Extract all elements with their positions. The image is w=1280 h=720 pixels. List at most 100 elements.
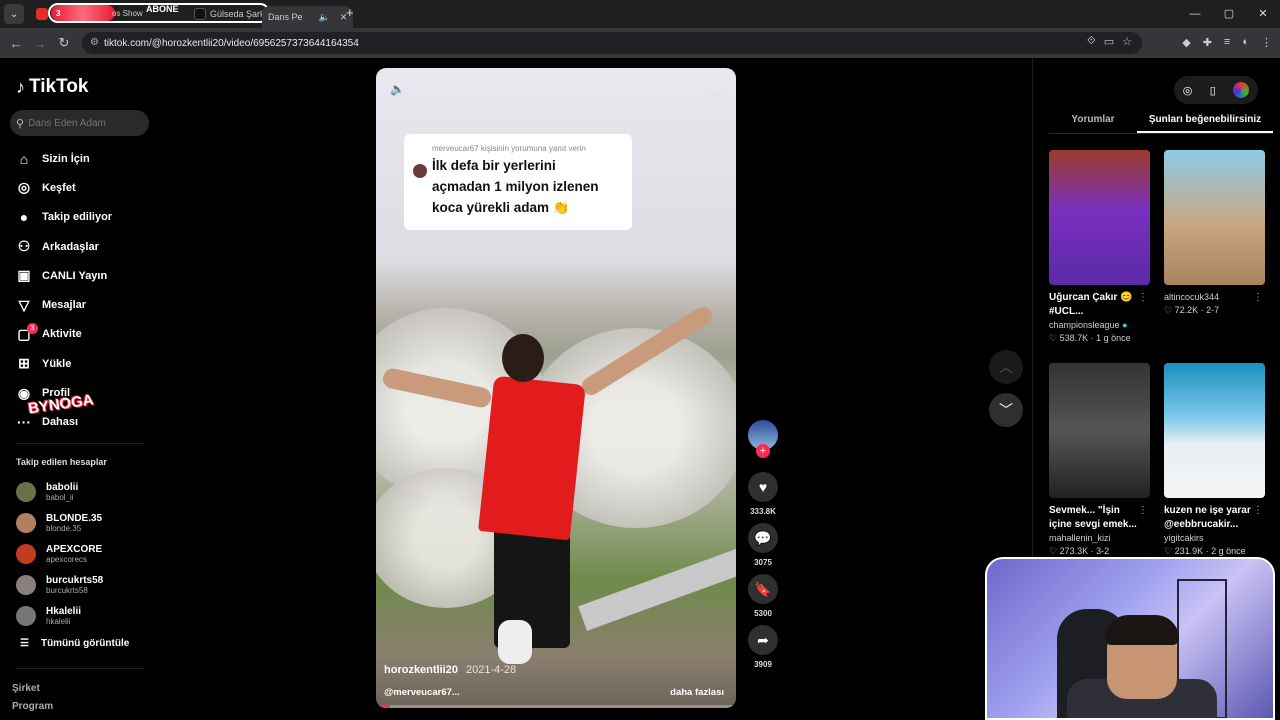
following-avatar-icon: ● [19, 209, 29, 226]
bookmark-star-icon[interactable]: ☆ [1122, 35, 1132, 48]
translate-icon[interactable]: ⟐ [1087, 35, 1096, 48]
next-video-button[interactable]: ﹀ [989, 393, 1023, 427]
video-author[interactable]: horozkentlii20 [384, 664, 458, 676]
card-more-icon[interactable]: ⋮ [1253, 292, 1263, 303]
following-account[interactable]: BLONDE.35 blonde.35 [16, 507, 103, 538]
card-age: 3-2 [1096, 546, 1110, 556]
card-stats: ♡ 72.2K · 2-7 [1164, 304, 1265, 317]
search-input[interactable] [28, 117, 139, 129]
following-account[interactable]: Hkalelii hkalelii [16, 600, 103, 631]
card-age: 2 g önce [1211, 546, 1246, 556]
streamer-hair [1105, 615, 1179, 645]
back-icon[interactable]: ← [4, 36, 28, 51]
account-text: burcukrts58 burcukrts58 [46, 575, 103, 595]
video-thumbnail[interactable] [1049, 150, 1150, 285]
card-more-icon[interactable]: ⋮ [1138, 292, 1148, 303]
avatar [16, 605, 36, 626]
following-account[interactable]: APEXCORE apexcorecs [16, 538, 103, 569]
heart-icon: ♡ [1164, 546, 1175, 556]
video-author-line: horozkentlii20 2021-4-28 [384, 664, 516, 676]
following-account[interactable]: burcukrts58 burcukrts58 [16, 569, 103, 600]
account-text: Hkalelii hkalelii [46, 606, 81, 626]
card-user[interactable]: altincocuk344 [1164, 291, 1265, 304]
browser-tab-tiktok-active[interactable]: Dans Pe 🔈 ✕ [262, 6, 354, 28]
more-options-icon[interactable]: ··· [709, 80, 722, 95]
card-user[interactable]: championsleague ● [1049, 319, 1150, 332]
share-button[interactable]: ➦ [748, 625, 778, 655]
cast-icon[interactable]: ▭ [1104, 35, 1114, 48]
new-tab-button[interactable]: + [346, 5, 354, 20]
following-account[interactable]: babolii babol_ii [16, 476, 103, 507]
url-field[interactable]: ⚙ tiktok.com/@horozkentlii20/video/69562… [82, 32, 1142, 54]
sidebar-item[interactable]: ▽ Mesajlar [14, 290, 112, 319]
account-handle: babol_ii [46, 492, 74, 502]
suggested-video-card[interactable]: ⋮ Sevmek... "İşin içine sevgi emek... maha… [1049, 363, 1150, 558]
avatar [16, 543, 36, 564]
menu-icon[interactable]: ⋮ [1261, 36, 1272, 49]
comment-button[interactable]: 💬 [748, 523, 778, 553]
road-curb [578, 531, 736, 631]
card-more-icon[interactable]: ⋮ [1138, 505, 1148, 516]
follow-plus-icon[interactable]: + [756, 444, 770, 458]
user-avatar[interactable] [1233, 82, 1250, 98]
video-player[interactable]: 🔈 ··· merveucar67 kişisinin yorumuna yan… [376, 68, 736, 708]
media-icon[interactable]: ≡ [1224, 36, 1230, 49]
sidebar-item[interactable]: ⊞ Yükle [14, 349, 112, 378]
video-more-link[interactable]: daha fazlası [670, 687, 724, 698]
card-user[interactable]: mahallenin_kizi [1049, 532, 1150, 545]
previous-video-button[interactable]: ︿ [989, 350, 1023, 384]
puzzle-icon[interactable]: ✚ [1203, 36, 1212, 49]
video-progress-bar[interactable] [376, 705, 736, 708]
commenter-avatar [413, 164, 427, 178]
card-more-icon[interactable]: ⋮ [1253, 505, 1263, 516]
sidebar-item-label: Sizin İçin [42, 152, 90, 165]
tiktok-logo[interactable]: ♪ TikTok [16, 76, 88, 98]
footer-link-company[interactable]: Şirket [12, 680, 53, 698]
chevron-down-icon: ﹀ [999, 402, 1013, 418]
footer-link-program[interactable]: Program [12, 698, 53, 716]
creator-avatar[interactable]: + [748, 420, 778, 458]
forward-icon[interactable]: → [28, 36, 52, 51]
tab-you-may-like[interactable]: Şunları beğenebilirsiniz [1137, 114, 1273, 133]
card-user[interactable]: yigitcakirs [1164, 532, 1265, 545]
device-icon[interactable]: ▯ [1210, 84, 1216, 97]
extension-icons: ◆ ✚ ≡ ◐ ⋮ [1182, 36, 1272, 49]
comment-icon: 💬 [754, 529, 772, 546]
compass-icon[interactable]: ◎ [1183, 84, 1193, 97]
sidebar-item[interactable]: ◎ Keşfet [14, 173, 112, 202]
tab-audio-icon[interactable]: 🔈 [319, 12, 330, 23]
tab-search-dropdown[interactable]: ⌄ [4, 4, 24, 24]
window-controls: — ▢ ✕ [1178, 0, 1280, 28]
tab-comments[interactable]: Yorumlar [1049, 114, 1137, 133]
suggested-video-card[interactable]: ⋮ altincocuk344 ♡ 72.2K · 2-7 [1164, 150, 1265, 317]
card-username: championsleague [1049, 320, 1120, 330]
sidebar-item[interactable]: ▢ Aktivite 3 [14, 320, 112, 349]
see-all-button[interactable]: ☰ Tümünü görüntüle [20, 638, 129, 649]
minimize-button[interactable]: — [1178, 0, 1212, 28]
save-count: 5300 [754, 609, 772, 618]
suggested-video-card[interactable]: ⋮ kuzen ne işe yarar @eebbrucakir... yigit… [1164, 363, 1265, 558]
close-window-button[interactable]: ✕ [1246, 0, 1280, 28]
video-mention[interactable]: @merveucar67... [384, 687, 460, 698]
video-thumbnail[interactable] [1164, 363, 1265, 498]
sidebar-item[interactable]: ▣ CANLI Yayın [14, 261, 112, 290]
extension-icon[interactable]: ◆ [1182, 36, 1190, 49]
maximize-button[interactable]: ▢ [1212, 0, 1246, 28]
sidebar-item[interactable]: ● Takip ediliyor [14, 203, 112, 232]
account-name: babolii [46, 481, 79, 493]
search-box[interactable]: ⚲ [10, 110, 149, 136]
suggested-video-card[interactable]: ⋮ Uğurcan Çakır 😊 #UCL... championsleague … [1049, 150, 1150, 345]
video-thumbnail[interactable] [1049, 363, 1150, 498]
site-info-icon[interactable]: ⚙ [90, 37, 99, 48]
video-thumbnail[interactable] [1164, 150, 1265, 285]
save-button[interactable]: 🔖 [748, 574, 778, 604]
reload-icon[interactable]: ↻ [52, 35, 76, 51]
profile-icon[interactable]: ◐ [1242, 36, 1249, 49]
right-panel-tabs: Yorumlar Şunları beğenebilirsiniz [1049, 114, 1273, 134]
tab-title: Dans Pe [268, 12, 303, 22]
volume-icon[interactable]: 🔈 [390, 82, 405, 96]
account-handle: hkalelii [46, 616, 71, 626]
sidebar-item[interactable]: ⚇ Arkadaşlar [14, 232, 112, 261]
like-button[interactable]: ♥ [748, 472, 778, 502]
sidebar-item[interactable]: ⌂ Sizin İçin [14, 144, 112, 173]
